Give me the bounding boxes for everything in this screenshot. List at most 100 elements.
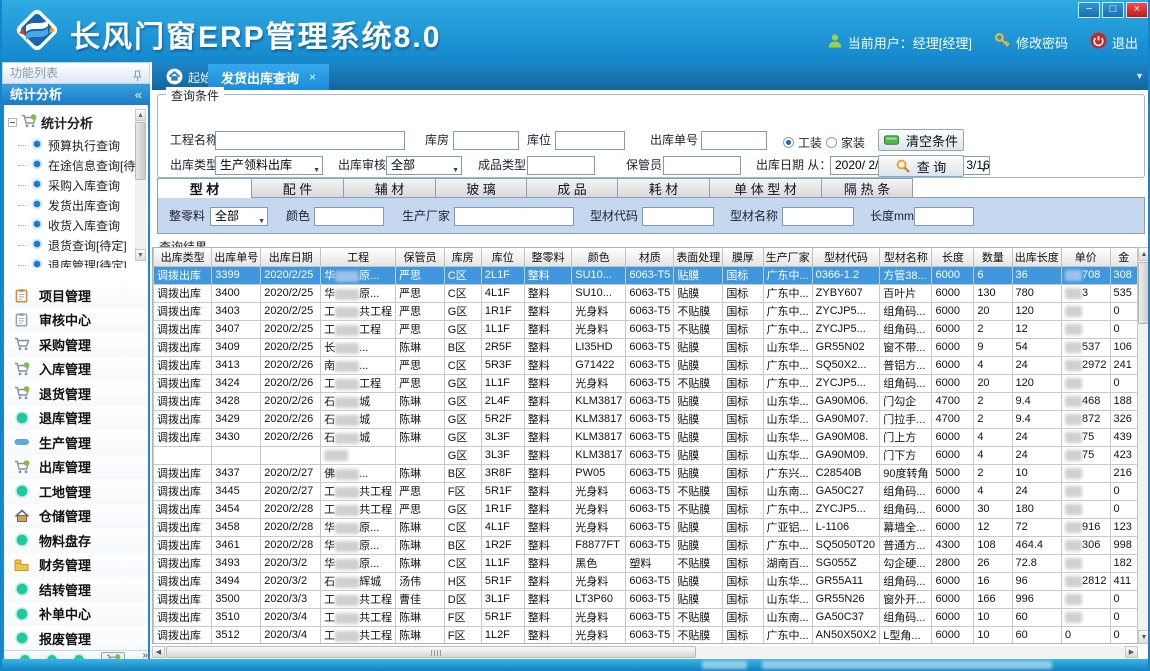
- material-tab-玻璃[interactable]: 玻 璃: [435, 178, 527, 198]
- grid-vertical-scrollbar[interactable]: ▲ ▼: [1138, 247, 1150, 644]
- table-row[interactable]: 调拨出库34542020/2/28工共工程严思G区1R1F整料光身料6063-T…: [154, 500, 1138, 518]
- sidebar-item-项目管理[interactable]: 项目管理: [4, 283, 148, 308]
- grid-column-header[interactable]: 出库单号: [212, 248, 261, 266]
- grid-column-header[interactable]: 出库长度: [1012, 248, 1062, 266]
- material-tab-辅材[interactable]: 辅 材: [343, 178, 436, 198]
- manufacturer-input[interactable]: [454, 207, 574, 226]
- sidebar-item-出库管理[interactable]: 出库管理: [4, 455, 148, 480]
- grid-column-header[interactable]: 数量: [974, 248, 1012, 266]
- grid-column-header[interactable]: 出库日期: [261, 248, 321, 266]
- table-row[interactable]: 调拨出库35002020/3/3工共工程曹佳D区3L1F整料LT3P606063…: [154, 590, 1138, 608]
- color-input[interactable]: [314, 207, 384, 226]
- grid-column-header[interactable]: 型材代码: [812, 248, 880, 266]
- scroll-right-icon[interactable]: ▶: [1125, 646, 1138, 658]
- length-input[interactable]: [914, 207, 974, 226]
- sidebar-item-仓储管理[interactable]: 仓储管理: [4, 504, 148, 529]
- table-row[interactable]: 调拨出库34132020/2/26南...严思C区5R3F整料G71422606…: [154, 356, 1138, 374]
- sidebar-item-退货管理[interactable]: 退货管理: [4, 381, 148, 406]
- radio-selected-icon[interactable]: [783, 137, 794, 148]
- table-row[interactable]: 调拨出库34582020/2/28华原...陈琳C区4L1F整料光身料6063-…: [154, 518, 1138, 536]
- grid-column-header[interactable]: 型材名称: [880, 248, 932, 266]
- grid-column-header[interactable]: 金: [1110, 248, 1137, 266]
- sidebar-item-采购管理[interactable]: 采购管理: [4, 332, 148, 357]
- tree-item[interactable]: 发货出库查询: [18, 197, 120, 214]
- table-row[interactable]: 调拨出库34072020/2/25工工程严思G区1L1F整料光身料6063-T5…: [154, 320, 1138, 338]
- sidebar-item-入库管理[interactable]: 入库管理: [4, 357, 148, 382]
- table-row[interactable]: 调拨出库33992020/2/25华原...严思C区2L1F整料SU10...6…: [154, 266, 1138, 284]
- tree-root-node[interactable]: 统计分析: [8, 113, 93, 132]
- out-type-combo[interactable]: 生产领料出库: [215, 156, 323, 175]
- grid-column-header[interactable]: 出库类型: [154, 248, 212, 266]
- product-type-input[interactable]: [527, 156, 595, 175]
- tree-vscroll-thumb[interactable]: [135, 122, 146, 180]
- scroll-left-icon[interactable]: ◀: [152, 646, 165, 658]
- table-row[interactable]: 调拨出库34372020/2/27佛...陈琳B区3R8F整料PW056063-…: [154, 464, 1138, 482]
- table-row[interactable]: 调拨出库34302020/2/26石城陈琳G区3L3F整料KLM38176063…: [154, 428, 1138, 446]
- minimize-button[interactable]: −: [1078, 2, 1100, 18]
- profile-code-input[interactable]: [642, 207, 714, 226]
- scroll-down-icon[interactable]: ▼: [135, 249, 146, 261]
- keeper-input[interactable]: [663, 156, 741, 175]
- grid-vscroll-thumb[interactable]: [1138, 262, 1150, 324]
- sidebar-item-退库管理[interactable]: 退库管理: [4, 406, 148, 431]
- table-row[interactable]: 调拨出库34942020/3/2石辉城汤伟H区5R1F整料光身料6063-T5贴…: [154, 572, 1138, 590]
- grid-column-header[interactable]: 单价: [1062, 248, 1110, 266]
- table-row[interactable]: 调拨出库35122020/3/4工共工程陈琳F区1L2F整料光身料6063-T5…: [154, 626, 1138, 644]
- grid-column-header[interactable]: 工程: [321, 248, 396, 266]
- grid-column-header[interactable]: 保管员: [396, 248, 445, 266]
- tab-close-icon[interactable]: ×: [309, 70, 316, 84]
- table-row[interactable]: 调拨出库34612020/2/28华原...陈琳B区1R2F整料F8877FT6…: [154, 536, 1138, 554]
- table-row[interactable]: 调拨出库34282020/2/26石城陈琳G区2L4F整料KLM38176063…: [154, 392, 1138, 410]
- radio-gongzhuang[interactable]: 工装: [783, 134, 822, 151]
- grid-column-header[interactable]: 膜厚: [723, 248, 763, 266]
- out-audit-combo[interactable]: 全部: [386, 156, 462, 175]
- sidebar-section-header[interactable]: 统计分析 «: [2, 84, 150, 105]
- profile-name-input[interactable]: [782, 207, 854, 226]
- radio-unselected-icon[interactable]: [826, 137, 837, 148]
- tree-item[interactable]: 预算执行查询: [18, 137, 120, 154]
- grid-column-header[interactable]: 材质: [626, 248, 674, 266]
- grid-column-header[interactable]: 颜色: [572, 248, 626, 266]
- tree-vertical-scrollbar[interactable]: ▲ ▼: [135, 109, 146, 261]
- grid-horizontal-scrollbar[interactable]: ◀ ▶: [152, 646, 1138, 658]
- grid-column-header[interactable]: 整零料: [524, 248, 572, 266]
- sidebar-item-审核中心[interactable]: 审核中心: [4, 308, 148, 333]
- tree-item[interactable]: 退库管理[待定]: [18, 257, 127, 268]
- scroll-up-icon[interactable]: ▲: [135, 109, 146, 121]
- table-row[interactable]: 调拨出库34002020/2/25华原...严思C区4L1F整料SU10...6…: [154, 284, 1138, 302]
- scroll-up-icon[interactable]: ▲: [1138, 247, 1150, 261]
- table-row[interactable]: 调拨出库34032020/2/25工共工程严思G区1R1F整料光身料6063-T…: [154, 302, 1138, 320]
- sidebar-item-结转管理[interactable]: 结转管理: [4, 577, 148, 602]
- tree-item[interactable]: 在途信息查询[待: [18, 157, 135, 174]
- tree-item[interactable]: 采购入库查询: [18, 177, 120, 194]
- sidebar-item-生产管理[interactable]: 生产管理: [4, 430, 148, 455]
- grid-column-header[interactable]: 长度: [932, 248, 974, 266]
- table-row[interactable]: 调拨出库34292020/2/26石城陈琳G区5R2F整料KLM38176063…: [154, 410, 1138, 428]
- grid-column-header[interactable]: 库位: [481, 248, 524, 266]
- search-button[interactable]: 查 询: [878, 155, 964, 177]
- tree-item[interactable]: 退货查询[待定]: [18, 237, 127, 254]
- close-button[interactable]: ×: [1126, 2, 1148, 18]
- grid-column-header[interactable]: 库房: [444, 248, 481, 266]
- tree-expander-icon[interactable]: [8, 118, 17, 127]
- maximize-button[interactable]: □: [1102, 2, 1124, 18]
- material-tab-成品[interactable]: 成 品: [526, 178, 618, 198]
- table-row[interactable]: 调拨出库34242020/2/26工工程严思G区1L1F整料光身料6063-T5…: [154, 374, 1138, 392]
- sidebar-item-报废管理[interactable]: 报废管理: [4, 626, 148, 651]
- project-name-input[interactable]: [215, 131, 405, 150]
- table-row[interactable]: 调拨出库34452020/2/27工共工程严思F区5R1F整料光身料6063-T…: [154, 482, 1138, 500]
- sidebar-item-物料盘存[interactable]: 物料盘存: [4, 528, 148, 553]
- table-row[interactable]: 调拨出库34932020/3/2华原...陈琳C区1L1F整料黑色塑料不贴膜国标…: [154, 554, 1138, 572]
- logout-button[interactable]: 退出: [1090, 32, 1138, 52]
- change-password-button[interactable]: 修改密码: [994, 32, 1068, 52]
- sidebar-item-财务管理[interactable]: 财务管理: [4, 553, 148, 578]
- grid-hscroll-thumb[interactable]: [166, 646, 696, 658]
- material-tab-配件[interactable]: 配 件: [251, 178, 344, 198]
- location-input[interactable]: [555, 131, 625, 150]
- clear-conditions-button[interactable]: 清空条件: [878, 129, 964, 151]
- grid-column-header[interactable]: 表面处理: [674, 248, 723, 266]
- table-row[interactable]: G区3L3F整料KLM38176063-T5贴膜国标山东华...GA90M09.…: [154, 446, 1138, 464]
- material-tab-型材[interactable]: 型 材: [157, 178, 252, 198]
- warehouse-input[interactable]: [453, 131, 519, 150]
- collapse-icon[interactable]: «: [135, 84, 142, 105]
